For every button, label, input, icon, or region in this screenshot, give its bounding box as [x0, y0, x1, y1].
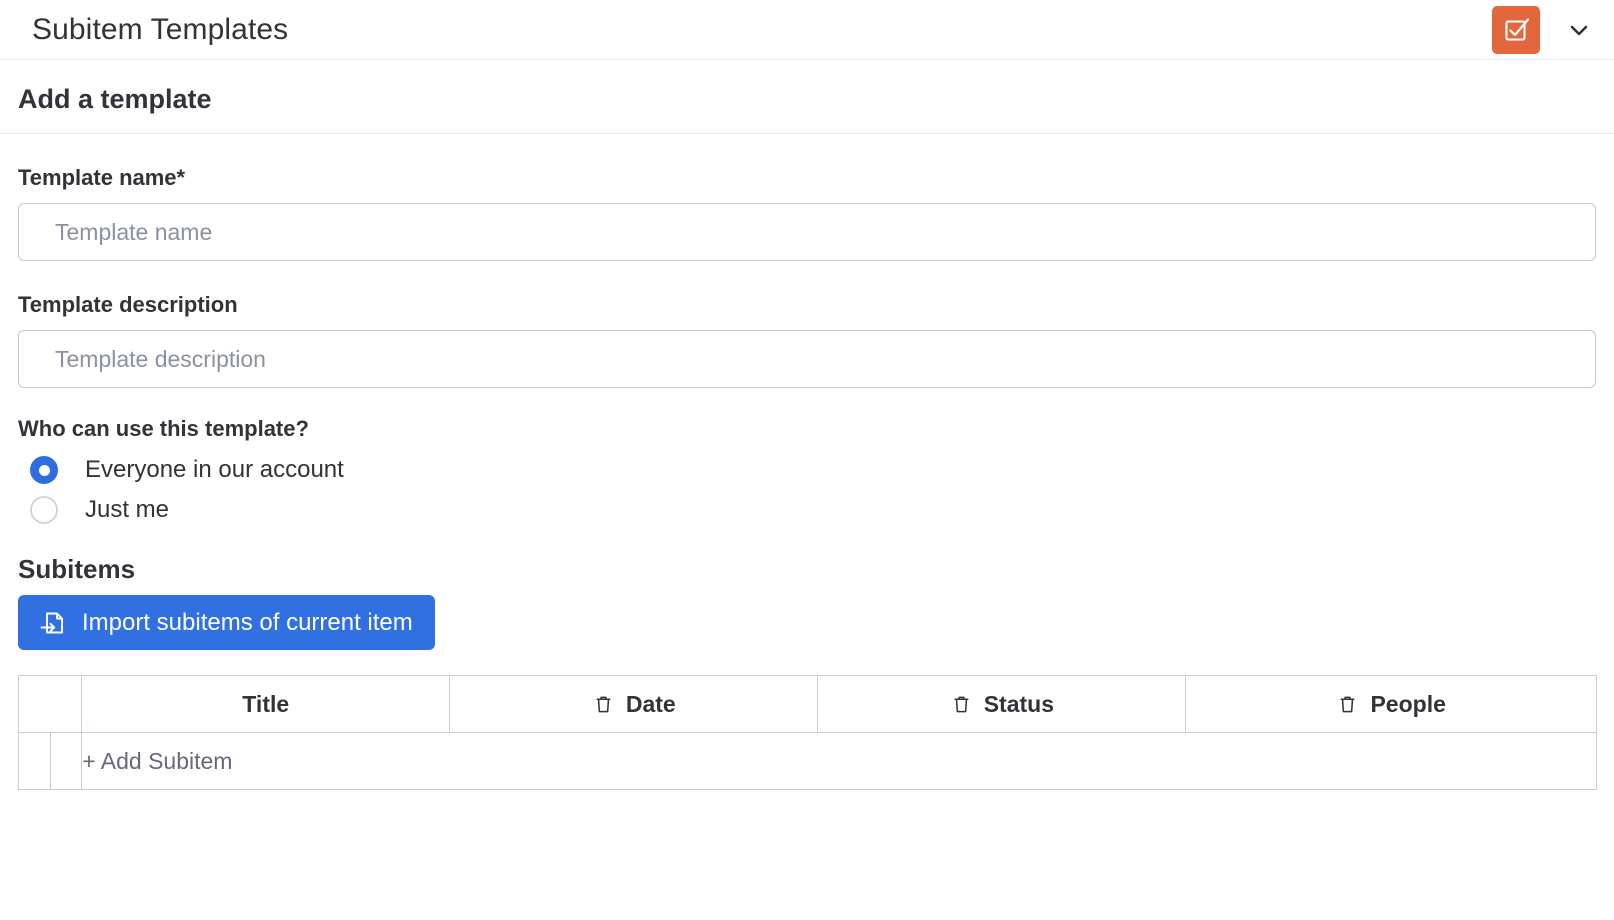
radio-option-everyone[interactable]: Everyone in our account: [18, 450, 1596, 490]
permission-label: Who can use this template?: [18, 416, 309, 441]
import-file-icon: [39, 609, 67, 637]
subitems-table: Title Date Status People + Add Subitem: [17, 675, 1597, 790]
template-description-input[interactable]: [18, 330, 1596, 388]
top-bar-actions: [1492, 5, 1596, 54]
radio-option-everyone-label: Everyone in our account: [85, 456, 344, 483]
subitem-templates-panel: Subitem Templates Add a template Templat…: [0, 0, 1614, 920]
row-checkbox-cell[interactable]: [49, 732, 83, 790]
add-subitem-cell[interactable]: + Add Subitem: [81, 732, 1597, 790]
row-handle-cell[interactable]: [18, 732, 51, 790]
page-title: Subitem Templates: [32, 12, 289, 46]
subitems-table-body: + Add Subitem: [18, 732, 1597, 790]
checkbox-board-icon[interactable]: [1492, 5, 1540, 54]
subitems-heading: Subitems: [18, 554, 136, 584]
radio-option-just-me-label: Just me: [85, 496, 170, 523]
top-bar: Subitem Templates: [0, 0, 1614, 60]
column-header-status-label: Status: [983, 690, 1054, 717]
trash-icon[interactable]: [950, 693, 973, 716]
column-header-people-label: People: [1370, 690, 1446, 717]
column-header-people[interactable]: People: [1185, 675, 1597, 733]
add-template-heading: Add a template: [18, 84, 212, 114]
radio-unselected-icon: [30, 496, 58, 524]
table-header-row: Title Date Status People: [17, 675, 1597, 733]
add-subitem-label: + Add Subitem: [82, 747, 233, 774]
template-name-label: Template name*: [18, 165, 186, 190]
radio-option-just-me[interactable]: Just me: [18, 490, 1596, 530]
trash-icon[interactable]: [1336, 693, 1359, 716]
column-header-title-label: Title: [242, 690, 290, 717]
trash-icon[interactable]: [592, 693, 615, 716]
permission-radio-group: Everyone in our account Just me: [18, 450, 1596, 530]
chevron-down-icon[interactable]: [1562, 13, 1596, 47]
column-header-status[interactable]: Status: [817, 675, 1187, 733]
template-description-label: Template description: [18, 292, 238, 317]
import-subitems-button-label: Import subitems of current item: [82, 608, 413, 636]
template-form: Template name* Template description Who …: [0, 167, 1614, 790]
column-header-blank: [17, 675, 83, 733]
template-name-input[interactable]: [18, 203, 1596, 261]
column-header-date[interactable]: Date: [449, 675, 819, 733]
subitems-table-head: Title Date Status People: [17, 675, 1597, 733]
radio-selected-icon: [30, 456, 58, 484]
table-row: + Add Subitem: [18, 732, 1597, 790]
section-header: Add a template: [0, 60, 1614, 134]
import-subitems-button[interactable]: Import subitems of current item: [18, 595, 435, 650]
column-header-date-label: Date: [625, 690, 676, 717]
column-header-title[interactable]: Title: [81, 675, 451, 733]
